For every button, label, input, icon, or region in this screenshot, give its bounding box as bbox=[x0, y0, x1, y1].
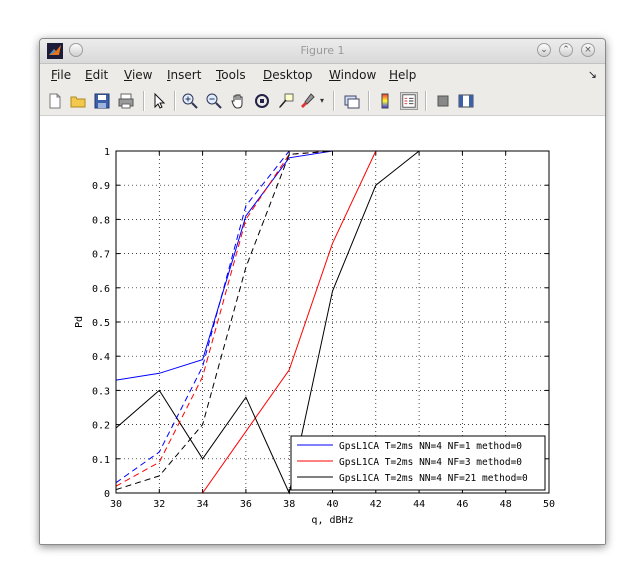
chevron-up-icon: ⌃ bbox=[562, 45, 570, 55]
x-tick-label: 40 bbox=[326, 499, 338, 510]
x-tick-label: 46 bbox=[456, 499, 468, 510]
toolbar-separator bbox=[143, 91, 145, 111]
menu-help[interactable]: Help bbox=[389, 68, 416, 82]
minimize-button[interactable]: ⌄ bbox=[537, 43, 551, 57]
chevron-down-icon: ⌄ bbox=[540, 45, 548, 55]
open-file-icon[interactable] bbox=[69, 92, 87, 110]
select-arrow-icon[interactable] bbox=[150, 92, 168, 110]
hide-plot-tools-icon[interactable] bbox=[434, 92, 452, 110]
menu-bar: File Edit View Insert Tools Desktop Wind… bbox=[40, 64, 605, 86]
x-tick-label: 50 bbox=[543, 499, 555, 510]
data-cursor-icon[interactable] bbox=[277, 92, 295, 110]
menu-edit[interactable]: Edit bbox=[85, 68, 108, 82]
y-tick-label: 0.4 bbox=[92, 352, 110, 363]
x-tick-label: 32 bbox=[153, 499, 165, 510]
close-button[interactable]: × bbox=[581, 43, 595, 57]
legend-entry-3: GpsL1CA T=2ms NN=4 NF=21 method=0 bbox=[339, 473, 528, 484]
y-tick-label: 0.3 bbox=[92, 386, 110, 397]
figure-toolbar: ▾ bbox=[40, 86, 605, 116]
menu-insert[interactable]: Insert bbox=[167, 68, 201, 82]
y-tick-label: 0.9 bbox=[92, 181, 110, 192]
y-tick-label: 0.7 bbox=[92, 250, 110, 261]
y-tick-label: 0 bbox=[104, 489, 110, 500]
plot-axes[interactable]: 30 32 34 36 38 40 42 44 46 48 50 0 0.1 0.2 0.3 0.4 0.5 0.… bbox=[40, 116, 605, 544]
close-icon: × bbox=[584, 45, 592, 55]
show-plot-tools-icon[interactable] bbox=[457, 92, 475, 110]
x-tick-label: 48 bbox=[500, 499, 512, 510]
figure-canvas[interactable]: 30 32 34 36 38 40 42 44 46 48 50 0 0.1 0.2 0.3 0.4 0.5 0.… bbox=[40, 116, 605, 544]
y-tick-label: 0.1 bbox=[92, 455, 110, 466]
menu-window[interactable]: Window bbox=[329, 68, 376, 82]
x-axis-label: q, dBHz bbox=[311, 515, 353, 526]
brush-dropdown-icon[interactable]: ▾ bbox=[320, 96, 324, 105]
figure-window: Figure 1 ⌄ ⌃ × File Edit View Insert Too… bbox=[39, 38, 606, 545]
x-tick-label: 30 bbox=[110, 499, 122, 510]
y-tick-label: 0.6 bbox=[92, 284, 110, 295]
menu-tools[interactable]: Tools bbox=[216, 68, 246, 82]
y-axis-label: Pd bbox=[74, 316, 85, 328]
insert-legend-icon[interactable] bbox=[400, 92, 418, 110]
menu-view[interactable]: View bbox=[124, 68, 152, 82]
print-icon[interactable] bbox=[117, 92, 135, 110]
x-tick-label: 38 bbox=[283, 499, 295, 510]
toolbar-separator bbox=[368, 91, 370, 111]
legend-entry-1: GpsL1CA T=2ms NN=4 NF=1 method=0 bbox=[339, 441, 522, 452]
save-icon[interactable] bbox=[93, 92, 111, 110]
y-tick-label: 1 bbox=[104, 147, 110, 158]
toolbar-separator bbox=[174, 91, 176, 111]
y-tick-label: 0.5 bbox=[92, 318, 110, 329]
toolbar-separator bbox=[425, 91, 427, 111]
toolbar-separator bbox=[333, 91, 335, 111]
x-tick-label: 42 bbox=[370, 499, 382, 510]
title-bar[interactable]: Figure 1 ⌄ ⌃ × bbox=[40, 39, 605, 64]
legend-entry-2: GpsL1CA T=2ms NN=4 NF=3 method=0 bbox=[339, 457, 522, 468]
x-tick-label: 36 bbox=[240, 499, 252, 510]
new-figure-icon[interactable] bbox=[46, 92, 64, 110]
y-tick-label: 0.8 bbox=[92, 215, 110, 226]
menu-desktop[interactable]: Desktop bbox=[263, 68, 313, 82]
zoom-out-icon[interactable] bbox=[205, 92, 223, 110]
link-plot-icon[interactable] bbox=[343, 92, 361, 110]
y-tick-label: 0.2 bbox=[92, 421, 110, 432]
maximize-button[interactable]: ⌃ bbox=[559, 43, 573, 57]
x-tick-label: 44 bbox=[413, 499, 425, 510]
window-title: Figure 1 bbox=[300, 44, 345, 57]
rotate-3d-icon[interactable] bbox=[253, 92, 271, 110]
pan-hand-icon[interactable] bbox=[229, 92, 247, 110]
zoom-in-icon[interactable] bbox=[181, 92, 199, 110]
brush-icon[interactable] bbox=[299, 92, 317, 110]
dock-arrow-icon[interactable]: ↘ bbox=[588, 68, 597, 81]
insert-colorbar-icon[interactable] bbox=[376, 92, 394, 110]
menu-file[interactable]: File bbox=[51, 68, 71, 82]
x-tick-label: 34 bbox=[197, 499, 209, 510]
